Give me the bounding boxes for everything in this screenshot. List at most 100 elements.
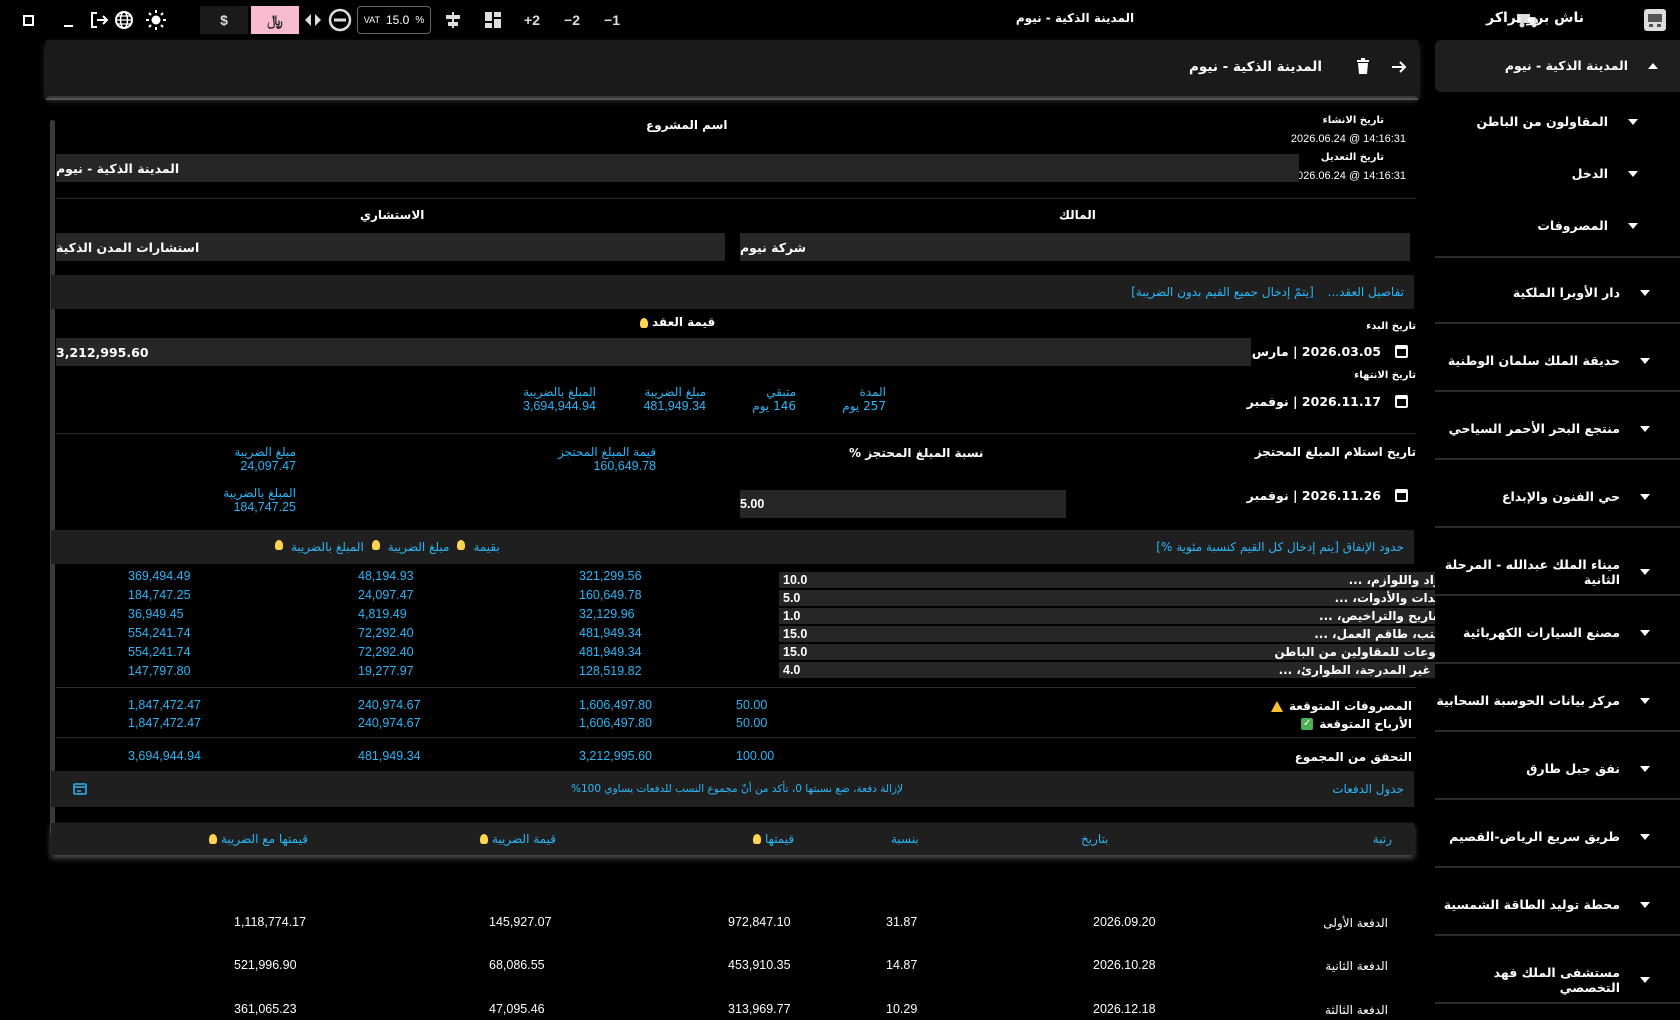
- sidebar-project[interactable]: منتجع البحر الأحمر السياحي: [1449, 421, 1650, 436]
- dashboard-icon[interactable]: [482, 6, 504, 34]
- spending-tax: 72,292.40: [358, 626, 414, 640]
- spending-row[interactable]: 15.0 مدفوعات للمقاولين من الباطن: [779, 644, 1462, 660]
- sidebar-project[interactable]: مستشفى الملك فهد التخصصي: [1435, 965, 1650, 995]
- start-date-label: تاريخ البدء: [1366, 321, 1416, 332]
- sidebar-project[interactable]: ميناء الملك عبدالله - المرحلة الثانية: [1435, 557, 1650, 587]
- contract-tax-block: مبلغ الضريبة 481,949.34: [586, 385, 706, 413]
- sidebar-subitem[interactable]: المقاولون من الباطن: [1476, 114, 1638, 129]
- sidebar-project[interactable]: دار الأوبرا الملكية: [1513, 285, 1650, 300]
- currency-dollar-button[interactable]: $: [200, 6, 248, 34]
- scrollbar[interactable]: [50, 120, 55, 835]
- sidebar-project-label: مركز بيانات الحوسبة السحابية: [1436, 693, 1620, 708]
- language-icon[interactable]: [113, 6, 135, 34]
- remove-circle-icon[interactable]: [327, 6, 353, 34]
- hint-bulb-icon: [371, 540, 380, 550]
- align-icon[interactable]: [442, 6, 464, 34]
- sidebar-subitem[interactable]: الدخل: [1572, 166, 1638, 181]
- retention-amount-value: 160,649.78: [593, 459, 656, 473]
- window-toggle-icon[interactable]: [18, 6, 38, 34]
- payment-date[interactable]: 2026.10.28: [1093, 958, 1156, 972]
- payment-pct[interactable]: 10.29: [886, 1002, 917, 1016]
- payment-total: 1,118,774.17: [234, 915, 307, 929]
- consultant-input[interactable]: استشارات المدن الذكية: [56, 233, 725, 261]
- payment-date[interactable]: 2026.09.20: [1093, 915, 1156, 929]
- chevron-down-icon: [1640, 901, 1650, 908]
- chevron-down-icon: [1640, 289, 1650, 296]
- spending-row[interactable]: 5.0 المعدات والأدوات، ...: [779, 590, 1462, 606]
- expected-profit-row: الأرباح المتوقعة ✓: [1301, 717, 1412, 731]
- currency-riyal-button[interactable]: ﷼: [251, 6, 299, 34]
- retention-pct-input[interactable]: 5.00: [740, 490, 1066, 518]
- sidebar-project-label: منتجع البحر الأحمر السياحي: [1448, 421, 1620, 436]
- plus2-button[interactable]: +2: [518, 6, 546, 34]
- contract-value: 3,212,995.60: [56, 344, 149, 360]
- sidebar-divider: [1435, 256, 1680, 258]
- main-content: المدينة الذكية - نيوم تاريخ الانشاء 2026…: [46, 40, 1462, 1020]
- sidebar-project[interactable]: حي الفنون والإبداع: [1502, 489, 1650, 504]
- theme-sun-icon[interactable]: [144, 6, 168, 34]
- spending-row[interactable]: 1.0 التصاريح والتراخيص، ...: [779, 608, 1462, 624]
- sidebar-project[interactable]: مصنع السيارات الكهربائية: [1463, 625, 1650, 640]
- logout-icon[interactable]: [88, 6, 110, 34]
- project-name-input[interactable]: المدينة الذكية - نيوم: [56, 154, 1299, 182]
- remaining-value: 146 يوم: [752, 399, 796, 413]
- spending-row[interactable]: 4.0 بنود غير المدرجة، الطوارئ، ...: [779, 662, 1462, 678]
- delete-trash-icon[interactable]: [1356, 58, 1370, 77]
- sidebar-divider: [1435, 866, 1680, 868]
- chevron-down-icon: [1640, 629, 1650, 636]
- retention-date-picker[interactable]: 2026.11.26 | نوفمبر: [1247, 488, 1408, 503]
- sidebar-project-label: محطة توليد الطاقة الشمسية: [1443, 897, 1620, 912]
- spending-value: 128,519.82: [579, 664, 642, 678]
- back-arrow-icon[interactable]: [1390, 58, 1408, 79]
- sidebar-project[interactable]: محطة توليد الطاقة الشمسية: [1444, 897, 1650, 912]
- sidebar-project-label: مستشفى الملك فهد التخصصي: [1493, 965, 1620, 995]
- payment-pct[interactable]: 14.87: [886, 958, 917, 972]
- hint-bulb-icon: [457, 540, 466, 550]
- payment-pct[interactable]: 31.87: [886, 915, 917, 929]
- end-date-picker[interactable]: 2026.11.17 | نوفمبر: [1247, 394, 1408, 409]
- spending-tax: 48,194.93: [358, 569, 414, 583]
- end-date-label: تاريخ الانتهاء: [1354, 370, 1416, 381]
- sidebar-project-label: نفق جبل طارق: [1526, 761, 1620, 776]
- spending-row[interactable]: 10.0 المواد واللوازم، ...: [779, 572, 1462, 588]
- contract-value-input[interactable]: 3,212,995.60: [56, 338, 1251, 366]
- spending-tax: 72,292.40: [358, 645, 414, 659]
- currency-dollar-label: $: [220, 12, 228, 28]
- spending-row[interactable]: 15.0 المكتب، طاقم العمل، ...: [779, 626, 1462, 642]
- vat-input[interactable]: VAT 15.0 %: [357, 6, 431, 34]
- check-total-total: 3,694,944.94: [128, 749, 201, 763]
- divider: [56, 687, 1416, 688]
- expected-profit-label: الأرباح المتوقعة: [1319, 717, 1412, 731]
- sidebar-project[interactable]: طريق سريع الرياض-القصيم: [1449, 829, 1650, 844]
- contract-value-label: قيمة العقد: [636, 315, 715, 329]
- sidebar-project-label: مصنع السيارات الكهربائية: [1463, 625, 1620, 640]
- minus2-button[interactable]: −2: [558, 6, 586, 34]
- col-with-tax-text: قيمتها مع الضريبة: [221, 832, 308, 846]
- spending-pct: 5.0: [783, 591, 801, 605]
- payments-band-title[interactable]: جدول الدفعات: [1332, 782, 1404, 796]
- spending-band-title[interactable]: حدود الإنفاق [يتم إدخال كل القيم كنسبة م…: [1156, 540, 1404, 554]
- spending-columns-header: بقيمة مبلغ الضريبة المبلغ بالضريبة: [271, 540, 500, 554]
- app-title: ناش برو تراكر: [1486, 10, 1584, 26]
- sidebar-subitem[interactable]: المصروفات: [1537, 218, 1638, 233]
- col-rank-header: رتبة: [1372, 832, 1392, 846]
- add-payment-icon[interactable]: [73, 783, 87, 798]
- payment-date[interactable]: 2026.12.18: [1093, 1002, 1156, 1016]
- consultant-label: الاستشاري: [360, 208, 425, 222]
- sidebar-project[interactable]: نفق جبل طارق: [1526, 761, 1650, 776]
- owner-input[interactable]: شركة نيوم: [740, 233, 1410, 261]
- sidebar-divider: [1435, 730, 1680, 732]
- col-value-header: بقيمة: [473, 540, 500, 554]
- minimize-icon[interactable]: [58, 6, 78, 34]
- minus1-button[interactable]: −1: [598, 6, 626, 34]
- chevron-down-icon: [1628, 222, 1638, 229]
- sidebar-project[interactable]: حديقة الملك سلمان الوطنية: [1448, 353, 1650, 368]
- hint-bulb-icon: [209, 834, 217, 844]
- contract-details-link[interactable]: تفاصيل العقد... [يتمّ إدخال جميع القيم ب…: [1131, 285, 1404, 299]
- sidebar-project[interactable]: مركز بيانات الحوسبة السحابية: [1436, 693, 1650, 708]
- sidebar-item-active[interactable]: المدينة الذكية - نيوم: [1505, 58, 1658, 73]
- divider: [56, 198, 1416, 199]
- direction-toggle-icon[interactable]: [302, 6, 324, 34]
- spending-value: 481,949.34: [579, 645, 642, 659]
- start-date-picker[interactable]: 2026.03.05 | مارس: [1252, 344, 1408, 359]
